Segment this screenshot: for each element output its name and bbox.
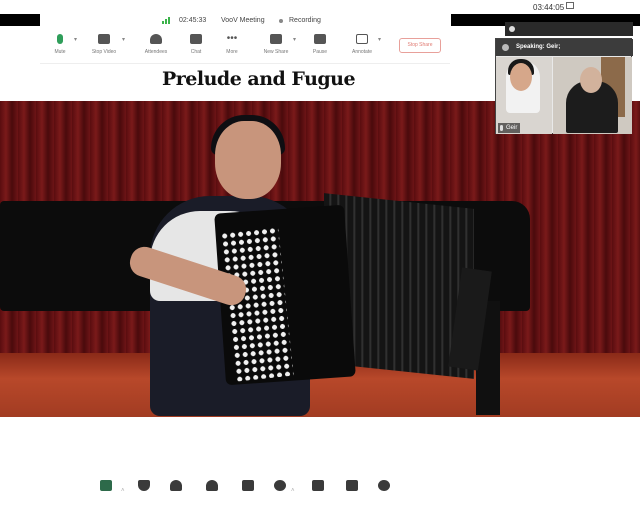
participant-video-panel[interactable]: Speaking: Geir; Geir: [495, 38, 633, 134]
participant-name: Geir: [506, 125, 518, 131]
annotate-pen-icon: [356, 34, 368, 44]
bottom-invite-button[interactable]: [158, 480, 194, 506]
chevron-down-icon[interactable]: ▾: [122, 36, 125, 43]
more-dots-icon: •••: [226, 33, 238, 44]
grid-icon: [346, 480, 358, 491]
active-speaker-banner: [505, 22, 633, 36]
page-title: Prelude and Fugue: [162, 68, 356, 90]
microphone-icon: [500, 125, 503, 131]
signal-strength-icon: [162, 17, 170, 24]
new-share-label: New Share: [263, 49, 289, 55]
apps-icon: [312, 480, 324, 491]
chevron-down-icon[interactable]: ▾: [293, 36, 296, 43]
chat-label: Chat: [190, 49, 202, 55]
mute-label: Mute: [54, 49, 66, 55]
meeting-elapsed-time: 02:45:33: [179, 17, 207, 24]
chevron-down-icon[interactable]: ▾: [74, 36, 77, 43]
bottom-toolbar: ˄ ˄: [0, 470, 640, 509]
participant-name-tag: Geir: [498, 123, 521, 133]
person-icon: [150, 34, 162, 44]
screen-edge-left: [0, 14, 40, 26]
pause-share-button[interactable]: Pause: [300, 34, 340, 62]
more-button[interactable]: ••• More: [212, 34, 252, 62]
invite-icon: [170, 480, 182, 491]
chat-bubble-icon: [190, 34, 202, 44]
chat-icon: [242, 480, 254, 491]
chevron-up-icon[interactable]: ˄: [291, 488, 295, 494]
chat-button[interactable]: Chat: [176, 34, 216, 62]
chevron-up-icon[interactable]: ˄: [121, 488, 125, 494]
meeting-toolbar: Mute ▾ Stop Video ▾ Attendees Chat ••• M…: [40, 28, 450, 64]
more-label: More: [226, 49, 238, 55]
pause-label: Pause: [312, 49, 328, 55]
participants-icon: [206, 480, 218, 491]
window-icon: [566, 2, 574, 9]
pause-icon: [314, 34, 326, 44]
record-icon: [274, 480, 286, 491]
speaking-label: Speaking: Geir;: [516, 44, 561, 50]
avatar-icon: [509, 26, 515, 32]
bottom-grid-button[interactable]: [334, 480, 370, 506]
shield-icon: [138, 480, 150, 491]
settings-icon: [378, 480, 390, 491]
present-mode-button[interactable]: [566, 2, 640, 13]
participant-student-face: [510, 63, 532, 91]
attendees-label: Attendees: [144, 49, 168, 55]
bottom-share-screen-button[interactable]: [88, 480, 124, 506]
app-name: VooV Meeting: [221, 17, 265, 24]
recording-indicator-icon: [279, 19, 283, 23]
annotate-label: Annotate: [351, 49, 373, 55]
stop-video-button[interactable]: Stop Video: [84, 34, 124, 62]
shared-video-frame: [0, 101, 640, 417]
attendees-button[interactable]: Attendees: [136, 34, 176, 62]
video-camera-icon: [98, 34, 110, 44]
bottom-settings-button[interactable]: [366, 480, 402, 506]
bottom-chat-button[interactable]: [230, 480, 266, 506]
chevron-down-icon[interactable]: ▾: [378, 36, 381, 43]
speaking-indicator: Speaking: Geir;: [496, 39, 633, 56]
meeting-status-bar: 02:45:33 VooV Meeting Recording: [151, 14, 331, 28]
performer-face: [215, 121, 281, 199]
bottom-security-button[interactable]: [126, 480, 162, 506]
bottom-apps-button[interactable]: [300, 480, 336, 506]
annotate-button[interactable]: Annotate: [342, 34, 382, 62]
recording-label: Recording: [289, 17, 321, 24]
system-clock: 03:44:05: [533, 3, 565, 12]
system-bar: 03:44:05: [0, 0, 640, 14]
participant-teacher-face: [580, 67, 602, 93]
bottom-participants-button[interactable]: [194, 480, 230, 506]
share-screen-icon: [100, 480, 112, 491]
speaker-avatar-icon: [502, 44, 509, 51]
share-screen-icon: [270, 34, 282, 44]
new-share-button[interactable]: New Share: [256, 34, 296, 62]
microphone-icon: [57, 34, 63, 44]
stop-share-button[interactable]: Stop Share: [399, 38, 441, 53]
stop-video-label: Stop Video: [91, 49, 117, 55]
